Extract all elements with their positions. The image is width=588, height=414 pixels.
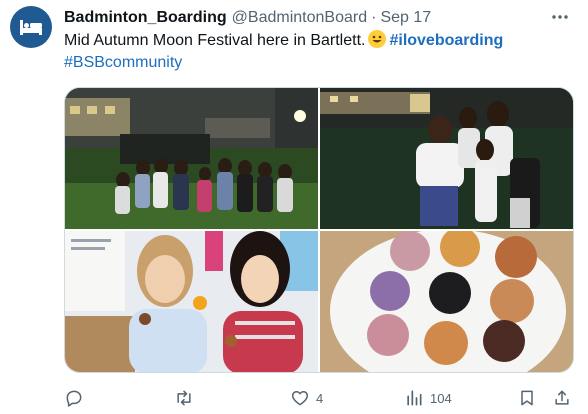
- views-button[interactable]: 104: [404, 386, 452, 410]
- avatar[interactable]: [10, 6, 52, 48]
- photo-group-night[interactable]: [65, 88, 318, 229]
- hashtag-iloveboarding[interactable]: #iloveboarding: [389, 32, 503, 49]
- hashtag-bsbcommunity[interactable]: #BSBcommunity: [64, 54, 182, 71]
- tweet-date[interactable]: Sep 17: [380, 9, 431, 27]
- display-name[interactable]: Badminton_Boarding: [64, 9, 227, 27]
- tweet-text: Mid Autumn Moon Festival here in Bartlet…: [64, 30, 572, 74]
- bookmark-icon: [521, 390, 533, 406]
- more-options-icon[interactable]: [550, 8, 570, 26]
- grinning-face-emoji-icon: [368, 30, 387, 48]
- heart-icon: [291, 391, 309, 406]
- analytics-bars-icon: [407, 390, 422, 406]
- like-count: 4: [316, 390, 324, 406]
- share-button[interactable]: [552, 386, 572, 410]
- retweet-icon: [177, 390, 191, 406]
- separator-dot: ·: [371, 9, 377, 26]
- bookmark-button[interactable]: [517, 386, 537, 410]
- tweet-header: Badminton_Boarding @BadmintonBoard · Sep…: [64, 8, 431, 28]
- tweet-text-main: Mid Autumn Moon Festival here in Bartlet…: [64, 32, 366, 49]
- bed-icon: [20, 20, 42, 35]
- photo-friends-night[interactable]: [320, 88, 573, 229]
- reply-icon: [66, 390, 82, 407]
- share-icon: [555, 390, 569, 405]
- photo-students-mooncakes[interactable]: [65, 231, 318, 372]
- photo-mooncakes-plate[interactable]: [320, 231, 573, 372]
- reply-button[interactable]: [64, 386, 90, 410]
- views-count: 104: [430, 390, 452, 406]
- like-button[interactable]: 4: [290, 386, 323, 410]
- user-handle[interactable]: @BadmintonBoard: [232, 9, 367, 27]
- retweet-button[interactable]: [174, 386, 200, 410]
- tweet-action-bar: 4 104: [64, 386, 574, 410]
- media-grid: [64, 87, 574, 373]
